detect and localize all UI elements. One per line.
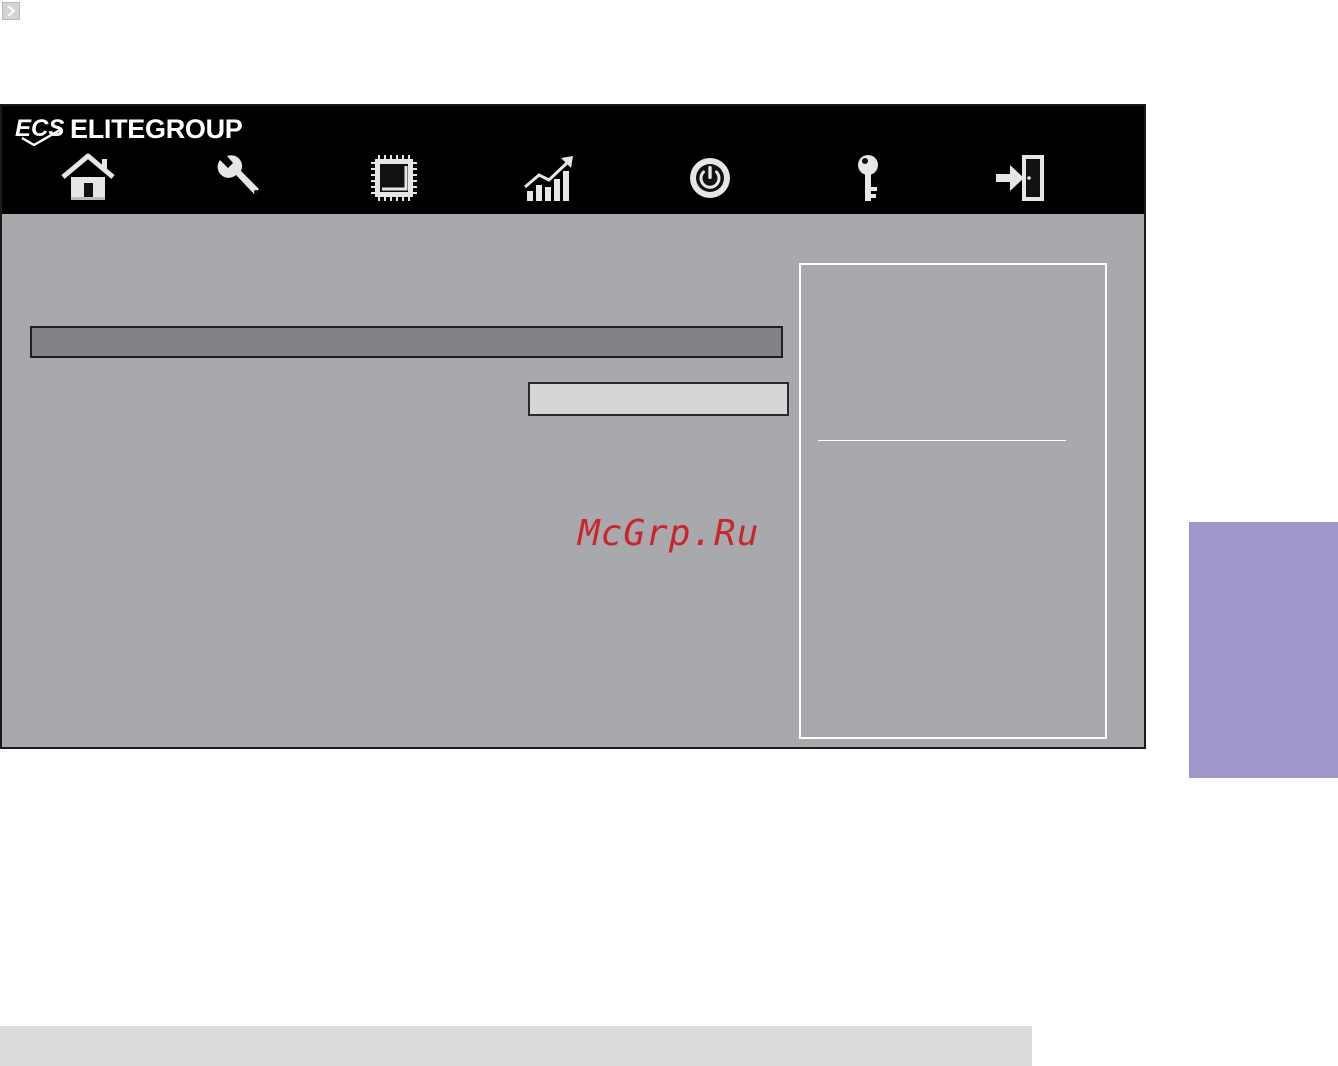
nav-exit[interactable] <box>990 150 1050 206</box>
help-panel <box>799 263 1107 739</box>
nav-advanced[interactable] <box>210 150 270 206</box>
chip-icon <box>371 155 417 201</box>
nav-chipset[interactable] <box>364 150 424 206</box>
corner-arrow-icon <box>2 2 20 20</box>
bios-window: ECS ELITEGROUP McGrp.Ru <box>0 104 1146 749</box>
nav-main[interactable] <box>58 150 118 206</box>
nav-performance[interactable] <box>520 150 580 206</box>
help-divider <box>818 440 1066 441</box>
footer-strip <box>0 1026 1032 1066</box>
bios-header: ECS ELITEGROUP <box>2 106 1144 214</box>
nav-security[interactable] <box>838 150 898 206</box>
power-icon <box>690 158 730 198</box>
key-icon <box>858 155 878 201</box>
brand: ECS ELITEGROUP <box>14 112 243 146</box>
setting-value-box[interactable] <box>528 382 789 416</box>
exit-icon <box>996 155 1044 201</box>
home-icon <box>61 153 115 200</box>
brand-name: ELITEGROUP <box>70 113 243 144</box>
performance-chart-icon <box>524 156 573 201</box>
side-tab <box>1189 522 1338 778</box>
section-title-bar <box>30 326 783 358</box>
ecs-logo-icon: ECS <box>15 115 64 146</box>
nav-boot[interactable] <box>680 150 740 206</box>
watermark: McGrp.Ru <box>578 513 760 554</box>
wrench-icon <box>217 155 259 194</box>
